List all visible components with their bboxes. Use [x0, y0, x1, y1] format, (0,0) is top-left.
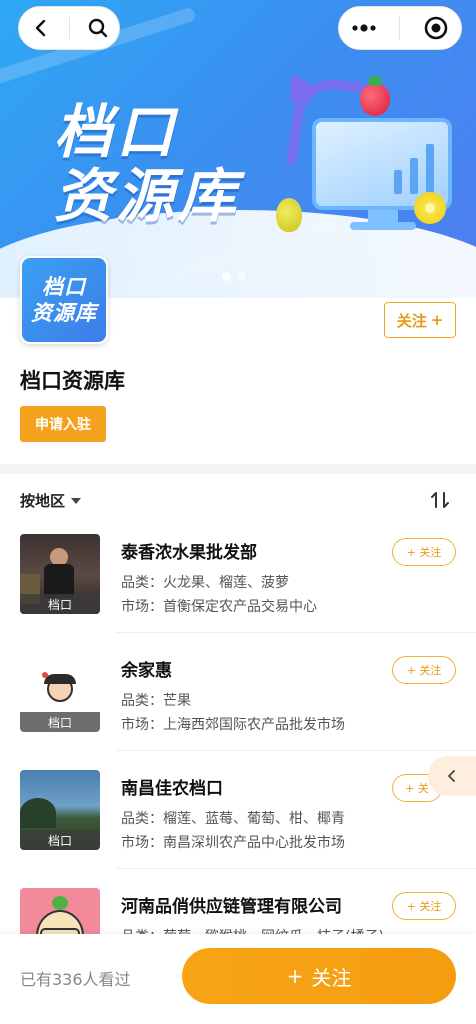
carousel-dot-active[interactable]: [222, 272, 231, 281]
store-photo: 档口: [20, 534, 100, 614]
stall-tag: 档口: [20, 594, 100, 614]
store-photo: 档口: [20, 652, 100, 732]
monitor-base-graphic: [350, 222, 416, 230]
follow-button-label: 关注: [396, 311, 427, 330]
chevron-left-icon: [448, 770, 455, 782]
bottom-follow-label: 关注: [311, 965, 352, 990]
store-category: 品类：榴莲、蓝莓、葡萄、柑、椰青: [121, 811, 345, 827]
banner-title-line2: 资源库: [54, 162, 241, 230]
store-name[interactable]: 泰香浓水果批发部: [121, 538, 257, 563]
banner-title-line1: 档口: [54, 98, 179, 166]
store-name[interactable]: 南昌佳农档口: [121, 774, 223, 799]
store-photo: 档口: [20, 770, 100, 850]
store-category: 品类：芒果: [121, 693, 191, 709]
sort-arrows-icon[interactable]: [428, 488, 452, 512]
nav-capsule-left: [18, 6, 120, 50]
list-divider: [116, 632, 476, 633]
stall-tag: 档口: [20, 830, 100, 850]
item-follow-button[interactable]: + 关注: [392, 538, 456, 566]
monitor-bar: [410, 158, 418, 194]
store-category: 品类：火龙果、榴莲、菠萝: [121, 575, 289, 591]
list-divider: [116, 868, 476, 869]
monitor-bar: [426, 144, 434, 194]
store-name[interactable]: 余家惠: [121, 656, 172, 681]
photo-cartoon-hair: [44, 674, 76, 684]
store-market: 市场：首衡保定农产品交易中心: [121, 599, 317, 615]
follow-button[interactable]: 关注 +: [384, 302, 456, 338]
search-icon[interactable]: [83, 13, 113, 43]
logo-line1: 档口: [42, 275, 86, 299]
store-market: 市场：上海西郊国际农产品批发市场: [121, 717, 345, 733]
more-dots-icon[interactable]: [349, 13, 379, 43]
bottom-bar: 已有336人看过 + 关注: [0, 934, 476, 1024]
monitor-bar: [394, 170, 402, 194]
caret-down-icon: [71, 497, 82, 504]
capsule-divider: [68, 17, 70, 39]
plus-icon: +: [286, 964, 304, 988]
apply-join-button[interactable]: 申请入驻: [20, 406, 106, 442]
pear-graphic: [276, 198, 302, 232]
list-item[interactable]: 档口 南昌佳农档口 品类：榴莲、蓝莓、葡萄、柑、椰青 市场：南昌深圳农产品中心批…: [0, 770, 476, 888]
photo-cartoon-balloon: [42, 672, 48, 678]
capsule-divider: [399, 17, 401, 39]
list-item[interactable]: 档口 余家惠 品类：芒果 市场：上海西郊国际农产品批发市场 + 关注: [0, 652, 476, 770]
chevron-left-icon[interactable]: [26, 13, 56, 43]
store-name[interactable]: 河南品俏供应链管理有限公司: [121, 892, 342, 917]
raspberry-graphic: [360, 76, 390, 116]
list-item[interactable]: 档口 泰香浓水果批发部 品类：火龙果、榴莲、菠萝 市场：首衡保定农产品交易中心 …: [0, 534, 476, 652]
section-divider: [0, 464, 476, 474]
carousel-dot[interactable]: [237, 272, 246, 281]
viewer-count: 已有336人看过: [20, 970, 131, 989]
nav-capsule-right: [338, 6, 462, 50]
item-follow-button[interactable]: + 关注: [392, 656, 456, 684]
store-logo: 档口 资源库: [20, 256, 108, 344]
stall-tag: 档口: [20, 712, 100, 732]
item-follow-button[interactable]: + 关注: [392, 892, 456, 920]
photo-tree: [20, 798, 56, 828]
list-divider: [116, 750, 476, 751]
lemon-graphic: [414, 192, 446, 224]
region-filter-label: 按地区: [20, 492, 66, 510]
photo-person-body: [44, 564, 74, 598]
carousel-dots: [222, 272, 246, 281]
banner-title: 档口 资源库: [54, 100, 240, 228]
bottom-follow-button[interactable]: + 关注: [182, 948, 456, 1004]
side-collapse-tab[interactable]: [428, 756, 476, 796]
region-filter-dropdown[interactable]: 按地区: [20, 490, 82, 511]
store-market: 市场：南昌深圳农产品中心批发市场: [121, 835, 345, 851]
page-title: 档口资源库: [20, 369, 125, 393]
logo-line2: 资源库: [31, 301, 97, 325]
plus-icon: +: [430, 311, 444, 329]
photo-sprout: [52, 896, 68, 910]
target-circle-icon[interactable]: [421, 13, 451, 43]
